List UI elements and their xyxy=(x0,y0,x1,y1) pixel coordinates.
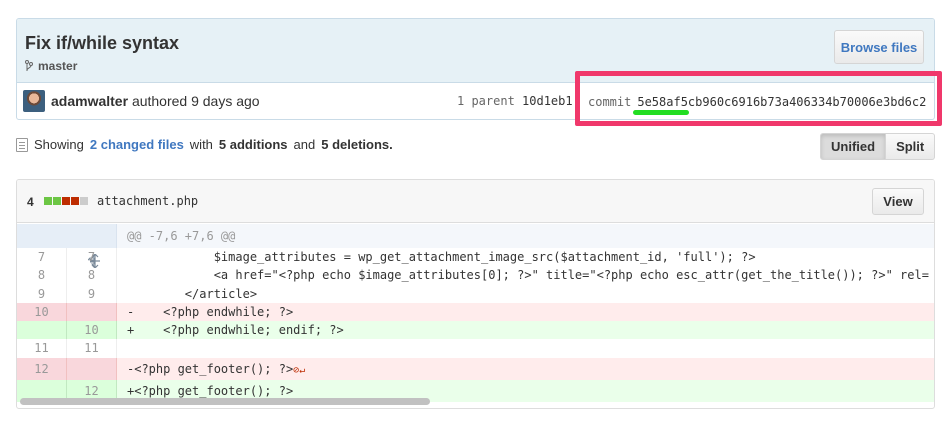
file-change-count: 4 xyxy=(27,195,34,209)
line-code-text: -<?php get_footer(); ?> xyxy=(127,361,294,376)
parent-sha-link[interactable]: 10d1eb1 xyxy=(522,94,573,108)
diff-line: 11 11 xyxy=(17,339,934,358)
file-name[interactable]: attachment.php xyxy=(97,194,198,208)
branch-icon xyxy=(25,60,33,71)
old-line-number[interactable]: 7 xyxy=(17,248,67,267)
author-link[interactable]: adamwalter xyxy=(51,93,128,109)
deleted-line: 12 -<?php get_footer(); ?>⊘↵ xyxy=(17,357,934,380)
changed-files-link[interactable]: 2 changed files xyxy=(90,137,184,152)
branch-label[interactable]: master xyxy=(25,59,77,73)
additions-count: 5 additions xyxy=(218,137,288,152)
deletions-count: 5 deletions. xyxy=(321,137,393,152)
diff-line: 9 9 </article> xyxy=(17,284,934,303)
author-line: adamwalter authored 9 days ago xyxy=(51,93,260,109)
avatar[interactable] xyxy=(23,90,45,112)
new-line-number[interactable] xyxy=(67,357,117,380)
old-line-number[interactable] xyxy=(17,321,67,340)
diff-view-toggle: Unified Split xyxy=(820,133,936,160)
branch-name: master xyxy=(38,59,78,73)
line-code xyxy=(117,339,934,357)
file-diff-icon[interactable] xyxy=(16,137,28,152)
old-line-number[interactable]: 9 xyxy=(17,284,67,303)
diffstat-block xyxy=(80,197,88,205)
expand-icon[interactable] xyxy=(17,224,117,268)
annotation-underline xyxy=(633,110,689,115)
file-header: 4 attachment.php View xyxy=(17,180,934,223)
old-line-number[interactable]: 10 xyxy=(17,302,67,322)
line-code: + <?php endwhile; endif; ?> xyxy=(127,323,344,338)
diffstat xyxy=(44,197,88,205)
file-diff: 4 attachment.php View @@ -7,6 +7,6 @@ 7 … xyxy=(16,179,935,409)
new-line-number[interactable]: 11 xyxy=(67,339,117,358)
new-line-number[interactable]: 8 xyxy=(67,266,117,285)
browse-files-button[interactable]: Browse files xyxy=(834,30,924,64)
toc-and: and xyxy=(293,137,316,152)
hunk-header: @@ -7,6 +7,6 @@ xyxy=(17,224,934,268)
parent-info: 1 parent 10d1eb1 xyxy=(457,94,573,108)
diffstat-block xyxy=(44,197,52,205)
old-line-number[interactable]: 11 xyxy=(17,339,67,358)
horizontal-scrollbar[interactable] xyxy=(20,398,430,405)
annotation-highlight-box xyxy=(575,71,942,126)
diffstat-block xyxy=(71,197,79,205)
view-file-button[interactable]: View xyxy=(872,188,924,215)
diff-line: 8 8 <a href="<?php echo $image_attribute… xyxy=(17,266,934,285)
line-code: - <?php endwhile; ?> xyxy=(127,304,294,319)
new-line-number[interactable]: 10 xyxy=(67,321,117,340)
commit-title: Fix if/while syntax xyxy=(25,33,180,53)
toc-with: with xyxy=(189,137,213,152)
line-code: <a href="<?php echo $image_attributes[0]… xyxy=(127,268,929,283)
added-line: 10 + <?php endwhile; endif; ?> xyxy=(17,321,934,340)
diffstat-block xyxy=(53,197,61,205)
deleted-line: 10 - <?php endwhile; ?> xyxy=(17,302,934,322)
new-line-number[interactable] xyxy=(67,302,117,322)
new-line-number[interactable]: 7 xyxy=(67,248,117,267)
unified-button[interactable]: Unified xyxy=(820,133,887,160)
diff-line: 7 7 $image_attributes = wp_get_attachmen… xyxy=(17,248,934,267)
new-line-number[interactable]: 9 xyxy=(67,284,117,303)
authored-time: authored 9 days ago xyxy=(131,93,260,109)
no-newline-icon: ⊘↵ xyxy=(293,364,306,376)
old-line-number[interactable]: 12 xyxy=(17,357,67,380)
parent-label: 1 parent xyxy=(457,94,515,108)
old-line-number[interactable]: 8 xyxy=(17,266,67,285)
diff-table: @@ -7,6 +7,6 @@ 7 7 $image_attributes = … xyxy=(17,224,934,402)
diffstat-block xyxy=(62,197,70,205)
toc-showing: Showing xyxy=(34,137,84,152)
hunk-text: @@ -7,6 +7,6 @@ xyxy=(127,229,236,243)
toc-summary: Showing 2 changed files with 5 additions… xyxy=(16,137,393,152)
split-button[interactable]: Split xyxy=(886,133,936,160)
line-code: $image_attributes = wp_get_attachment_im… xyxy=(127,250,756,264)
line-code: </article> xyxy=(127,286,258,301)
line-code: -<?php get_footer(); ?>⊘↵ xyxy=(117,358,934,380)
